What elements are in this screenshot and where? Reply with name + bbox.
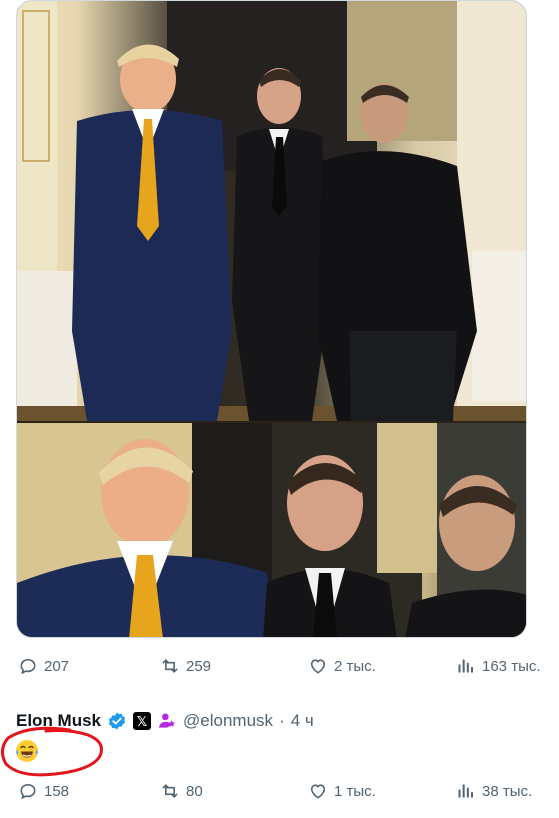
author-handle[interactable]: @elonmusk	[183, 711, 273, 731]
reply-views-button[interactable]: 38 тыс.	[456, 779, 532, 803]
separator-dot: ·	[279, 711, 285, 730]
reply-views-count: 38 тыс.	[482, 782, 533, 800]
post-time[interactable]: 4 ч	[291, 711, 314, 731]
reply-repost-button[interactable]: 80	[160, 779, 203, 803]
like-button[interactable]: 2 тыс.	[308, 654, 376, 678]
red-annotation-circle	[1, 726, 103, 777]
views-count: 163 тыс.	[482, 657, 541, 675]
photo-top-illustration	[17, 1, 526, 421]
reply-reply-button[interactable]: 158	[18, 779, 69, 803]
x-affiliate-logo-icon[interactable]: 𝕏	[133, 712, 152, 730]
government-affiliate-icon[interactable]	[157, 711, 177, 731]
like-count: 2 тыс.	[334, 657, 376, 675]
reply-icon	[20, 658, 36, 674]
tweet-media[interactable]	[16, 0, 527, 638]
views-bar-chart-icon	[458, 659, 473, 673]
photo-bottom-illustration	[17, 423, 526, 637]
heart-icon	[310, 659, 326, 674]
tweet-action-bar: 207 259 2 тыс. 163 тыс.	[0, 654, 559, 678]
reply-icon	[20, 783, 36, 799]
views-bar-chart-icon	[458, 784, 473, 798]
verified-badge-icon[interactable]	[107, 711, 127, 731]
repost-button[interactable]: 259	[160, 654, 211, 678]
views-button[interactable]: 163 тыс.	[456, 654, 541, 678]
heart-icon	[310, 784, 326, 799]
reply-reply-count: 158	[44, 782, 70, 800]
photo-three-leaders-standing[interactable]	[17, 1, 526, 421]
reply-action-bar: 158 80 1 тыс. 38 тыс.	[0, 779, 559, 803]
reply-button[interactable]: 207	[18, 654, 69, 678]
reply-count: 207	[44, 657, 70, 675]
reply-like-button[interactable]: 1 тыс.	[308, 779, 376, 803]
repost-count: 259	[186, 657, 212, 675]
reply-repost-count: 80	[186, 782, 203, 800]
x-logo-glyph: 𝕏	[136, 713, 148, 729]
photo-three-leaders-closeup[interactable]	[17, 423, 526, 637]
reply-like-count: 1 тыс.	[334, 782, 376, 800]
repost-icon	[162, 659, 178, 673]
repost-icon	[162, 784, 178, 798]
